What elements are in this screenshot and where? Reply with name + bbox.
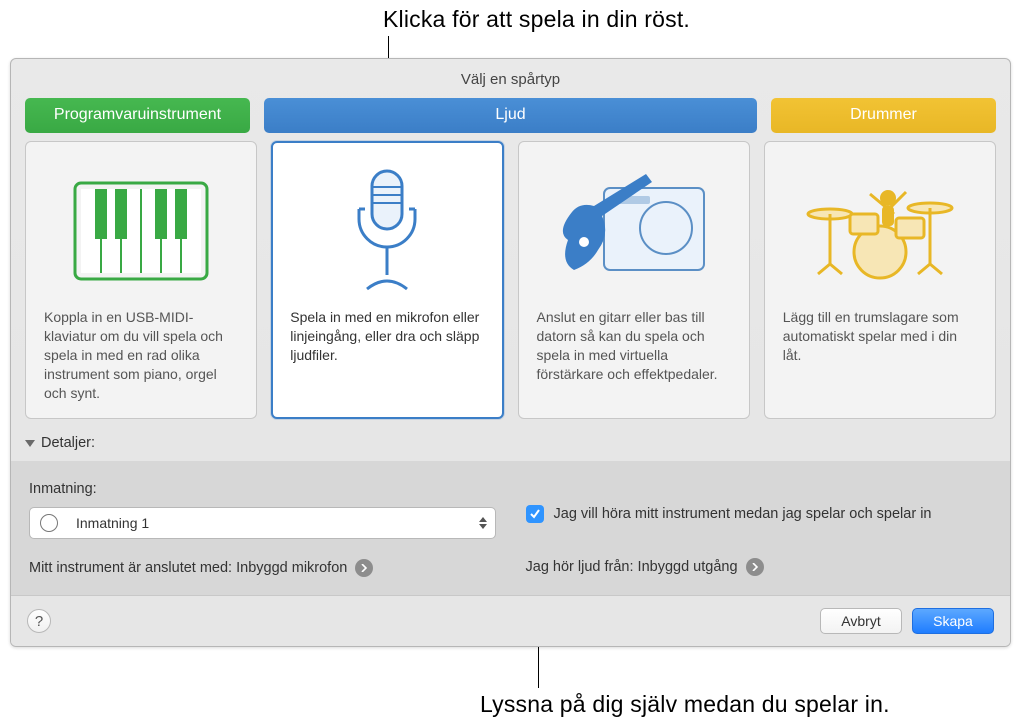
help-button[interactable]: ? (27, 609, 51, 633)
create-button[interactable]: Skapa (912, 608, 994, 634)
input-dropdown-value: Inmatning 1 (76, 515, 149, 531)
card-drummer[interactable]: Lägg till en trumslagare som automatiskt… (764, 141, 996, 419)
hear-from-go-button[interactable] (746, 558, 764, 576)
card-software-desc: Koppla in en USB-MIDI-klaviatur om du vi… (44, 308, 238, 402)
panel-title: Välj en spårtyp (11, 59, 1010, 98)
tab-drummer[interactable]: Drummer (771, 98, 996, 133)
input-label: Inmatning: (29, 481, 496, 497)
new-track-panel: Välj en spårtyp Programvaruinstrument Lj… (10, 58, 1011, 647)
callout-bottom-text: Lyssna på dig själv medan du spelar in. (480, 691, 890, 718)
panel-footer: ? Avbryt Skapa (11, 595, 1010, 646)
card-microphone-desc: Spela in med en mikrofon eller linjeingå… (290, 308, 484, 365)
card-software-instrument[interactable]: Koppla in en USB-MIDI-klaviatur om du vi… (25, 141, 257, 419)
card-microphone[interactable]: Spela in med en mikrofon eller linjeingå… (271, 141, 503, 419)
drummer-icon (783, 160, 977, 300)
monitor-checkbox-label: Jag vill höra mitt instrument medan jag … (554, 505, 932, 524)
details-right-column: Jag vill höra mitt instrument medan jag … (526, 481, 993, 577)
details-left-column: Inmatning: Inmatning 1 Mitt instrument ä… (29, 481, 496, 577)
monitor-checkbox[interactable] (526, 505, 544, 523)
connected-with-text: Mitt instrument är anslutet med: Inbyggd… (29, 560, 347, 576)
cancel-button[interactable]: Avbryt (820, 608, 902, 634)
track-type-cards: Koppla in en USB-MIDI-klaviatur om du vi… (11, 141, 1010, 431)
connected-with-go-button[interactable] (355, 559, 373, 577)
mono-channel-icon (40, 514, 58, 532)
track-type-tabs: Programvaruinstrument Ljud Drummer (11, 98, 1010, 141)
details-header-label: Detaljer: (41, 435, 95, 451)
callout-top-text: Klicka för att spela in din röst. (383, 6, 690, 33)
hear-from-text: Jag hör ljud från: Inbyggd utgång (526, 559, 738, 575)
input-dropdown[interactable]: Inmatning 1 (29, 507, 496, 539)
card-drummer-desc: Lägg till en trumslagare som automatiskt… (783, 308, 977, 365)
piano-keys-icon (44, 160, 238, 300)
dropdown-arrows-icon (477, 514, 489, 532)
tab-software-instrument[interactable]: Programvaruinstrument (25, 98, 250, 133)
details-disclosure[interactable]: Detaljer: (11, 431, 1010, 461)
tab-audio[interactable]: Ljud (264, 98, 757, 133)
guitar-amp-icon (537, 160, 731, 300)
disclosure-triangle-icon (25, 440, 35, 447)
card-guitar-desc: Anslut en gitarr eller bas till datorn s… (537, 308, 731, 384)
microphone-icon (290, 160, 484, 300)
card-guitar[interactable]: Anslut en gitarr eller bas till datorn s… (518, 141, 750, 419)
details-body: Inmatning: Inmatning 1 Mitt instrument ä… (11, 461, 1010, 595)
